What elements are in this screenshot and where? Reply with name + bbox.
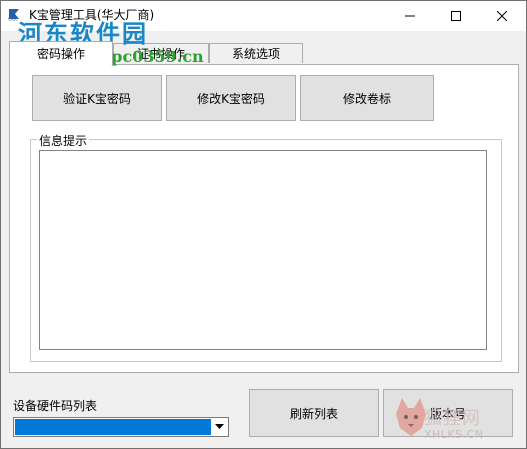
tab-label: 证书操作	[136, 47, 185, 61]
refresh-list-button[interactable]: 刷新列表	[249, 389, 379, 437]
svg-text:CIDC: CIDC	[8, 17, 18, 22]
info-group-label: 信息提示	[37, 132, 90, 149]
close-icon	[497, 11, 507, 21]
corner-watermark-text: 狐狸网	[424, 408, 481, 429]
change-password-button[interactable]: 修改K宝密码	[166, 75, 296, 121]
minimize-button[interactable]	[387, 1, 433, 31]
verify-password-button[interactable]: 验证K宝密码	[32, 75, 162, 121]
maximize-button[interactable]	[433, 1, 479, 31]
tab-password[interactable]: 密码操作	[9, 41, 113, 65]
tab-label: 系统选项	[231, 47, 280, 61]
tab-certificate[interactable]: 证书操作	[113, 43, 209, 63]
cidc-logo-icon: CIDC	[7, 7, 25, 22]
chevron-down-icon[interactable]	[211, 419, 227, 435]
device-combobox[interactable]	[13, 417, 229, 437]
window-title: K宝管理工具(华大厂商)	[29, 8, 155, 22]
close-button[interactable]	[479, 1, 525, 31]
tab-panel-password: 验证K宝密码 修改K宝密码 修改卷标 信息提示	[9, 64, 519, 373]
title-bar[interactable]: CIDC K宝管理工具(华大厂商)	[1, 1, 526, 31]
minimize-icon	[405, 15, 415, 17]
app-window: CIDC K宝管理工具(华大厂商) 密码操作 证书操作 系统选项 验证K宝密码 …	[0, 0, 527, 449]
maximize-icon	[451, 11, 461, 21]
device-selected-value	[15, 419, 211, 435]
info-textarea[interactable]	[39, 150, 487, 350]
tab-label: 密码操作	[36, 47, 85, 61]
change-label-button[interactable]: 修改卷标	[300, 75, 434, 121]
corner-watermark-sub: XHLKS.CN	[424, 428, 484, 441]
info-groupbox: 信息提示	[30, 132, 502, 362]
tab-system-options[interactable]: 系统选项	[209, 43, 303, 63]
device-list-label: 设备硬件码列表	[13, 399, 98, 413]
